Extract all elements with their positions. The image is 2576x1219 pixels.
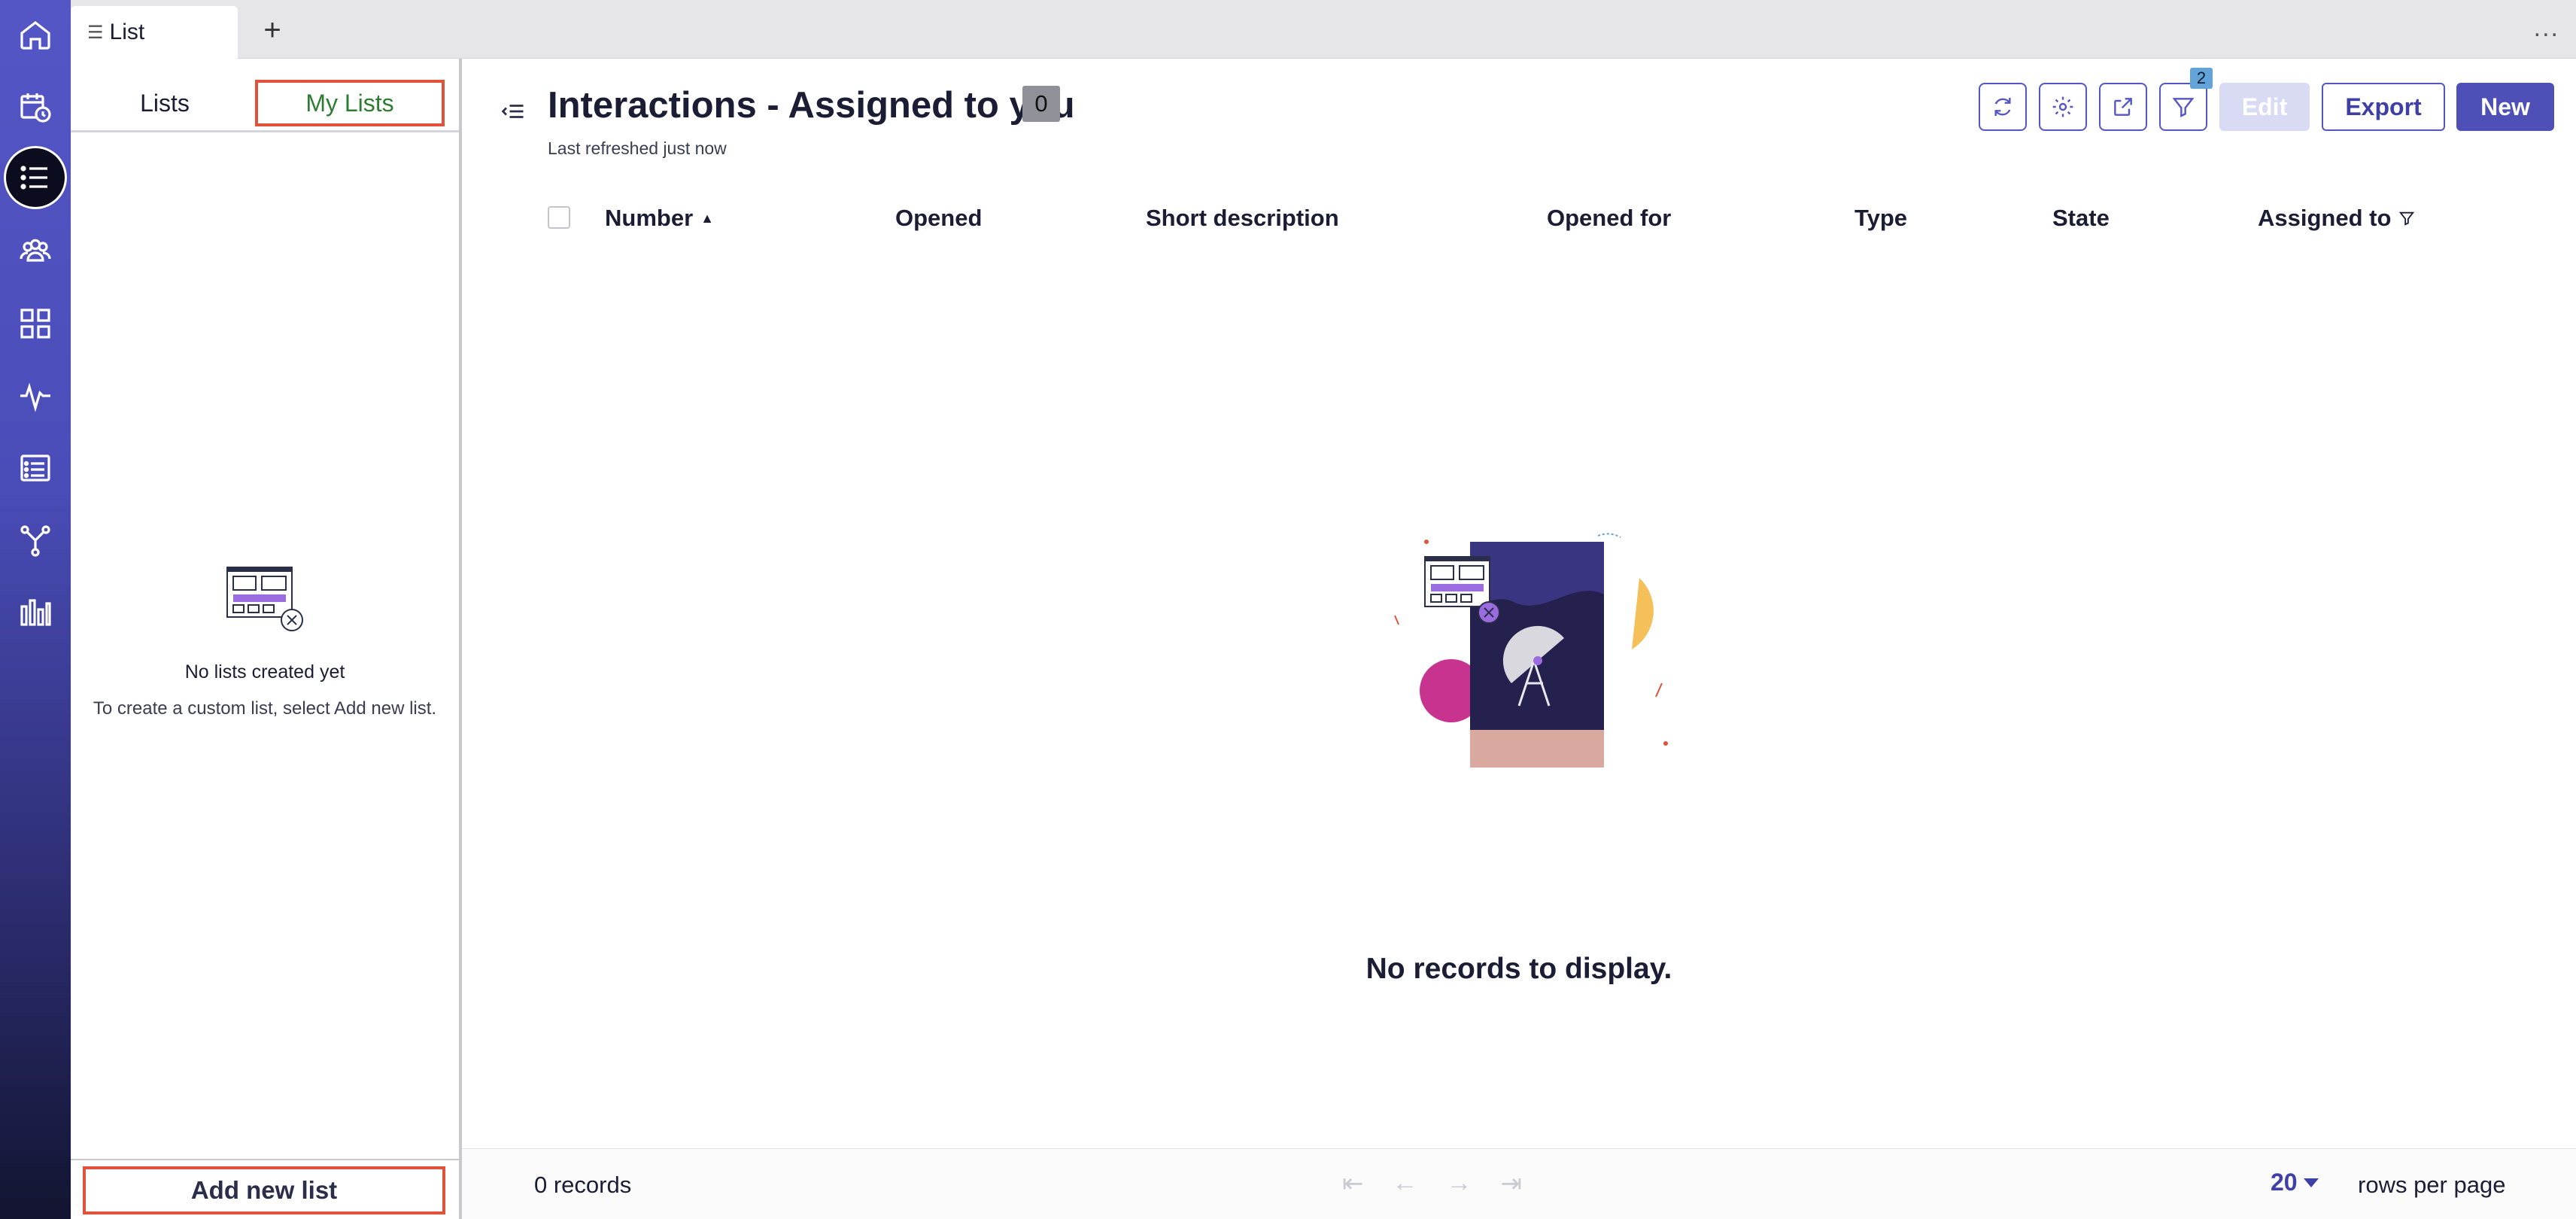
tab-my-lists[interactable]: My Lists — [255, 80, 445, 126]
edit-button[interactable]: Edit — [2219, 83, 2310, 131]
calendar-clock-icon[interactable] — [8, 80, 62, 134]
column-header-type[interactable]: Type — [1855, 205, 1907, 232]
column-filter-icon — [2399, 211, 2415, 226]
grid-icon[interactable] — [8, 296, 62, 351]
sort-ascending-icon: ▲ — [700, 210, 714, 226]
list-icon[interactable] — [4, 146, 67, 209]
select-all-checkbox[interactable] — [548, 206, 570, 229]
share-icon — [2114, 98, 2132, 116]
empty-lists-title: No lists created yet — [184, 661, 345, 682]
rows-per-page-select[interactable]: 20 — [2271, 1169, 2319, 1196]
settings-button[interactable] — [2039, 83, 2087, 131]
list-details-icon[interactable] — [8, 441, 62, 495]
left-nav-rail — [0, 0, 71, 1219]
filter-button[interactable] — [2159, 83, 2207, 131]
add-tab-button[interactable]: + — [254, 12, 290, 48]
rows-per-page-value: 20 — [2271, 1169, 2298, 1196]
column-header-opened-for[interactable]: Opened for — [1547, 205, 1671, 232]
no-records-illustration-icon — [1394, 533, 1668, 768]
export-button[interactable]: Export — [2322, 83, 2445, 131]
add-new-list-button[interactable]: Add new list — [83, 1166, 445, 1214]
column-header-state[interactable]: State — [2052, 205, 2110, 232]
filter-count-badge: 2 — [2190, 68, 2213, 89]
fork-branch-icon[interactable] — [8, 513, 62, 567]
refresh-button[interactable] — [1979, 83, 2027, 131]
column-header-assigned-to[interactable]: Assigned to — [2258, 205, 2415, 232]
tab-bar: ☰ List + ... — [71, 0, 2576, 59]
bar-chart-icon[interactable] — [8, 585, 62, 640]
tab-list-label: List — [109, 20, 145, 44]
tab-list[interactable]: ☰ List — [71, 6, 238, 59]
records-count: 0 records — [534, 1172, 632, 1198]
list-small-icon: ☰ — [87, 22, 104, 43]
lists-panel-tabs: Lists My Lists — [71, 59, 459, 132]
share-button[interactable] — [2099, 83, 2147, 131]
column-header-label: Assigned to — [2258, 205, 2392, 231]
last-page-icon[interactable]: ⇥ — [1501, 1169, 1523, 1199]
activity-pulse-icon[interactable] — [8, 369, 62, 423]
filter-icon — [2172, 98, 2195, 117]
home-icon[interactable] — [8, 8, 62, 62]
column-header-number[interactable]: Number ▲ — [605, 205, 714, 232]
tab-lists[interactable]: Lists — [101, 80, 229, 126]
first-page-icon[interactable]: ⇤ — [1342, 1169, 1364, 1199]
column-header-short-description[interactable]: Short description — [1146, 205, 1339, 232]
record-count-badge: 0 — [1022, 86, 1060, 122]
page-title: Interactions - Assigned to you — [548, 85, 1075, 126]
main-content: Interactions - Assigned to you 0 Last re… — [462, 59, 2576, 1219]
lists-panel-footer: Add new list — [71, 1159, 459, 1219]
no-records-message: No records to display. — [1365, 953, 1672, 985]
collapse-panel-icon[interactable] — [500, 98, 527, 125]
next-page-icon[interactable]: → — [1447, 1169, 1472, 1199]
empty-lists-state: No lists created yet To create a custom … — [71, 561, 459, 719]
chevron-down-icon — [2303, 1178, 2319, 1187]
empty-list-illustration-icon — [226, 567, 303, 631]
pagination-controls: ⇤ ← → ⇥ — [1342, 1169, 1522, 1199]
refresh-icon — [1994, 98, 2011, 116]
table-header: Number ▲ Opened Short description Opened… — [462, 194, 2576, 239]
more-options-button[interactable]: ... — [2534, 14, 2559, 43]
lists-panel: Lists My Lists No lists created yet To c… — [71, 59, 462, 1219]
table-footer: 0 records ⇤ ← → ⇥ 20 rows per page — [462, 1148, 2576, 1219]
column-header-label: Number — [605, 205, 694, 231]
empty-lists-description: To create a custom list, select Add new … — [93, 698, 437, 719]
rows-per-page-label: rows per page — [2358, 1172, 2506, 1198]
previous-page-icon[interactable]: ← — [1393, 1169, 1418, 1199]
column-header-opened[interactable]: Opened — [895, 205, 982, 232]
last-refreshed-text: Last refreshed just now — [548, 138, 727, 158]
new-button[interactable]: New — [2456, 83, 2554, 131]
users-group-icon[interactable] — [8, 224, 62, 278]
gear-icon — [2052, 96, 2073, 117]
